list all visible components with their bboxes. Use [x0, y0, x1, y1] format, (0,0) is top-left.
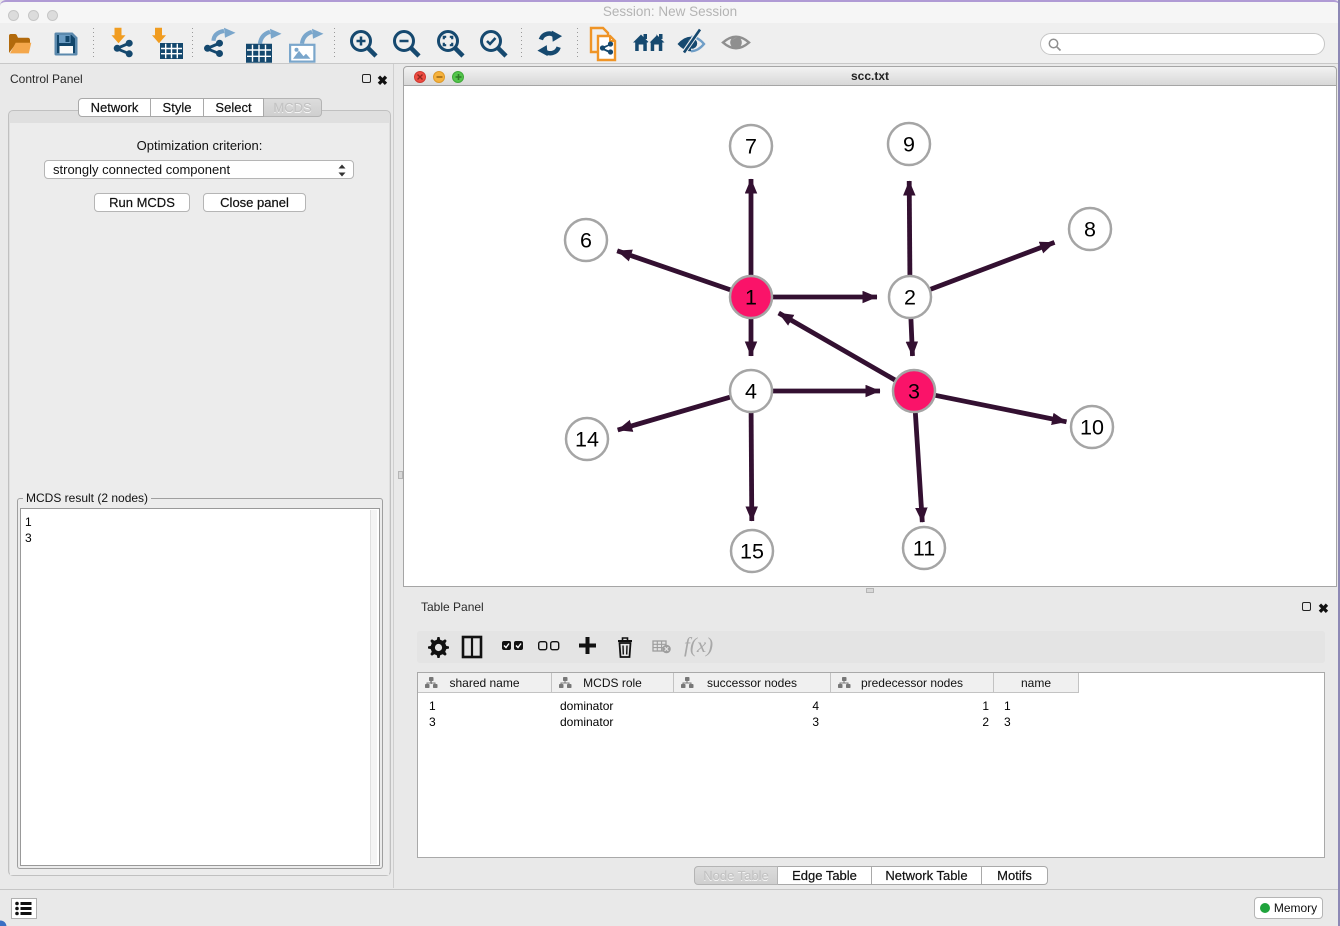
- svg-text:15: 15: [740, 540, 764, 564]
- svg-text:f(x): f(x): [684, 633, 713, 657]
- svg-text:11: 11: [913, 537, 935, 561]
- svg-text:14: 14: [575, 428, 599, 452]
- svg-text:9: 9: [903, 133, 915, 157]
- svg-text:10: 10: [1080, 416, 1104, 440]
- svg-text:3: 3: [908, 380, 920, 404]
- svg-text:6: 6: [580, 229, 592, 253]
- svg-text:7: 7: [745, 135, 757, 159]
- svg-text:8: 8: [1084, 218, 1096, 242]
- svg-text:4: 4: [745, 380, 757, 404]
- svg-text:2: 2: [904, 286, 916, 310]
- svg-text:1: 1: [745, 286, 757, 310]
